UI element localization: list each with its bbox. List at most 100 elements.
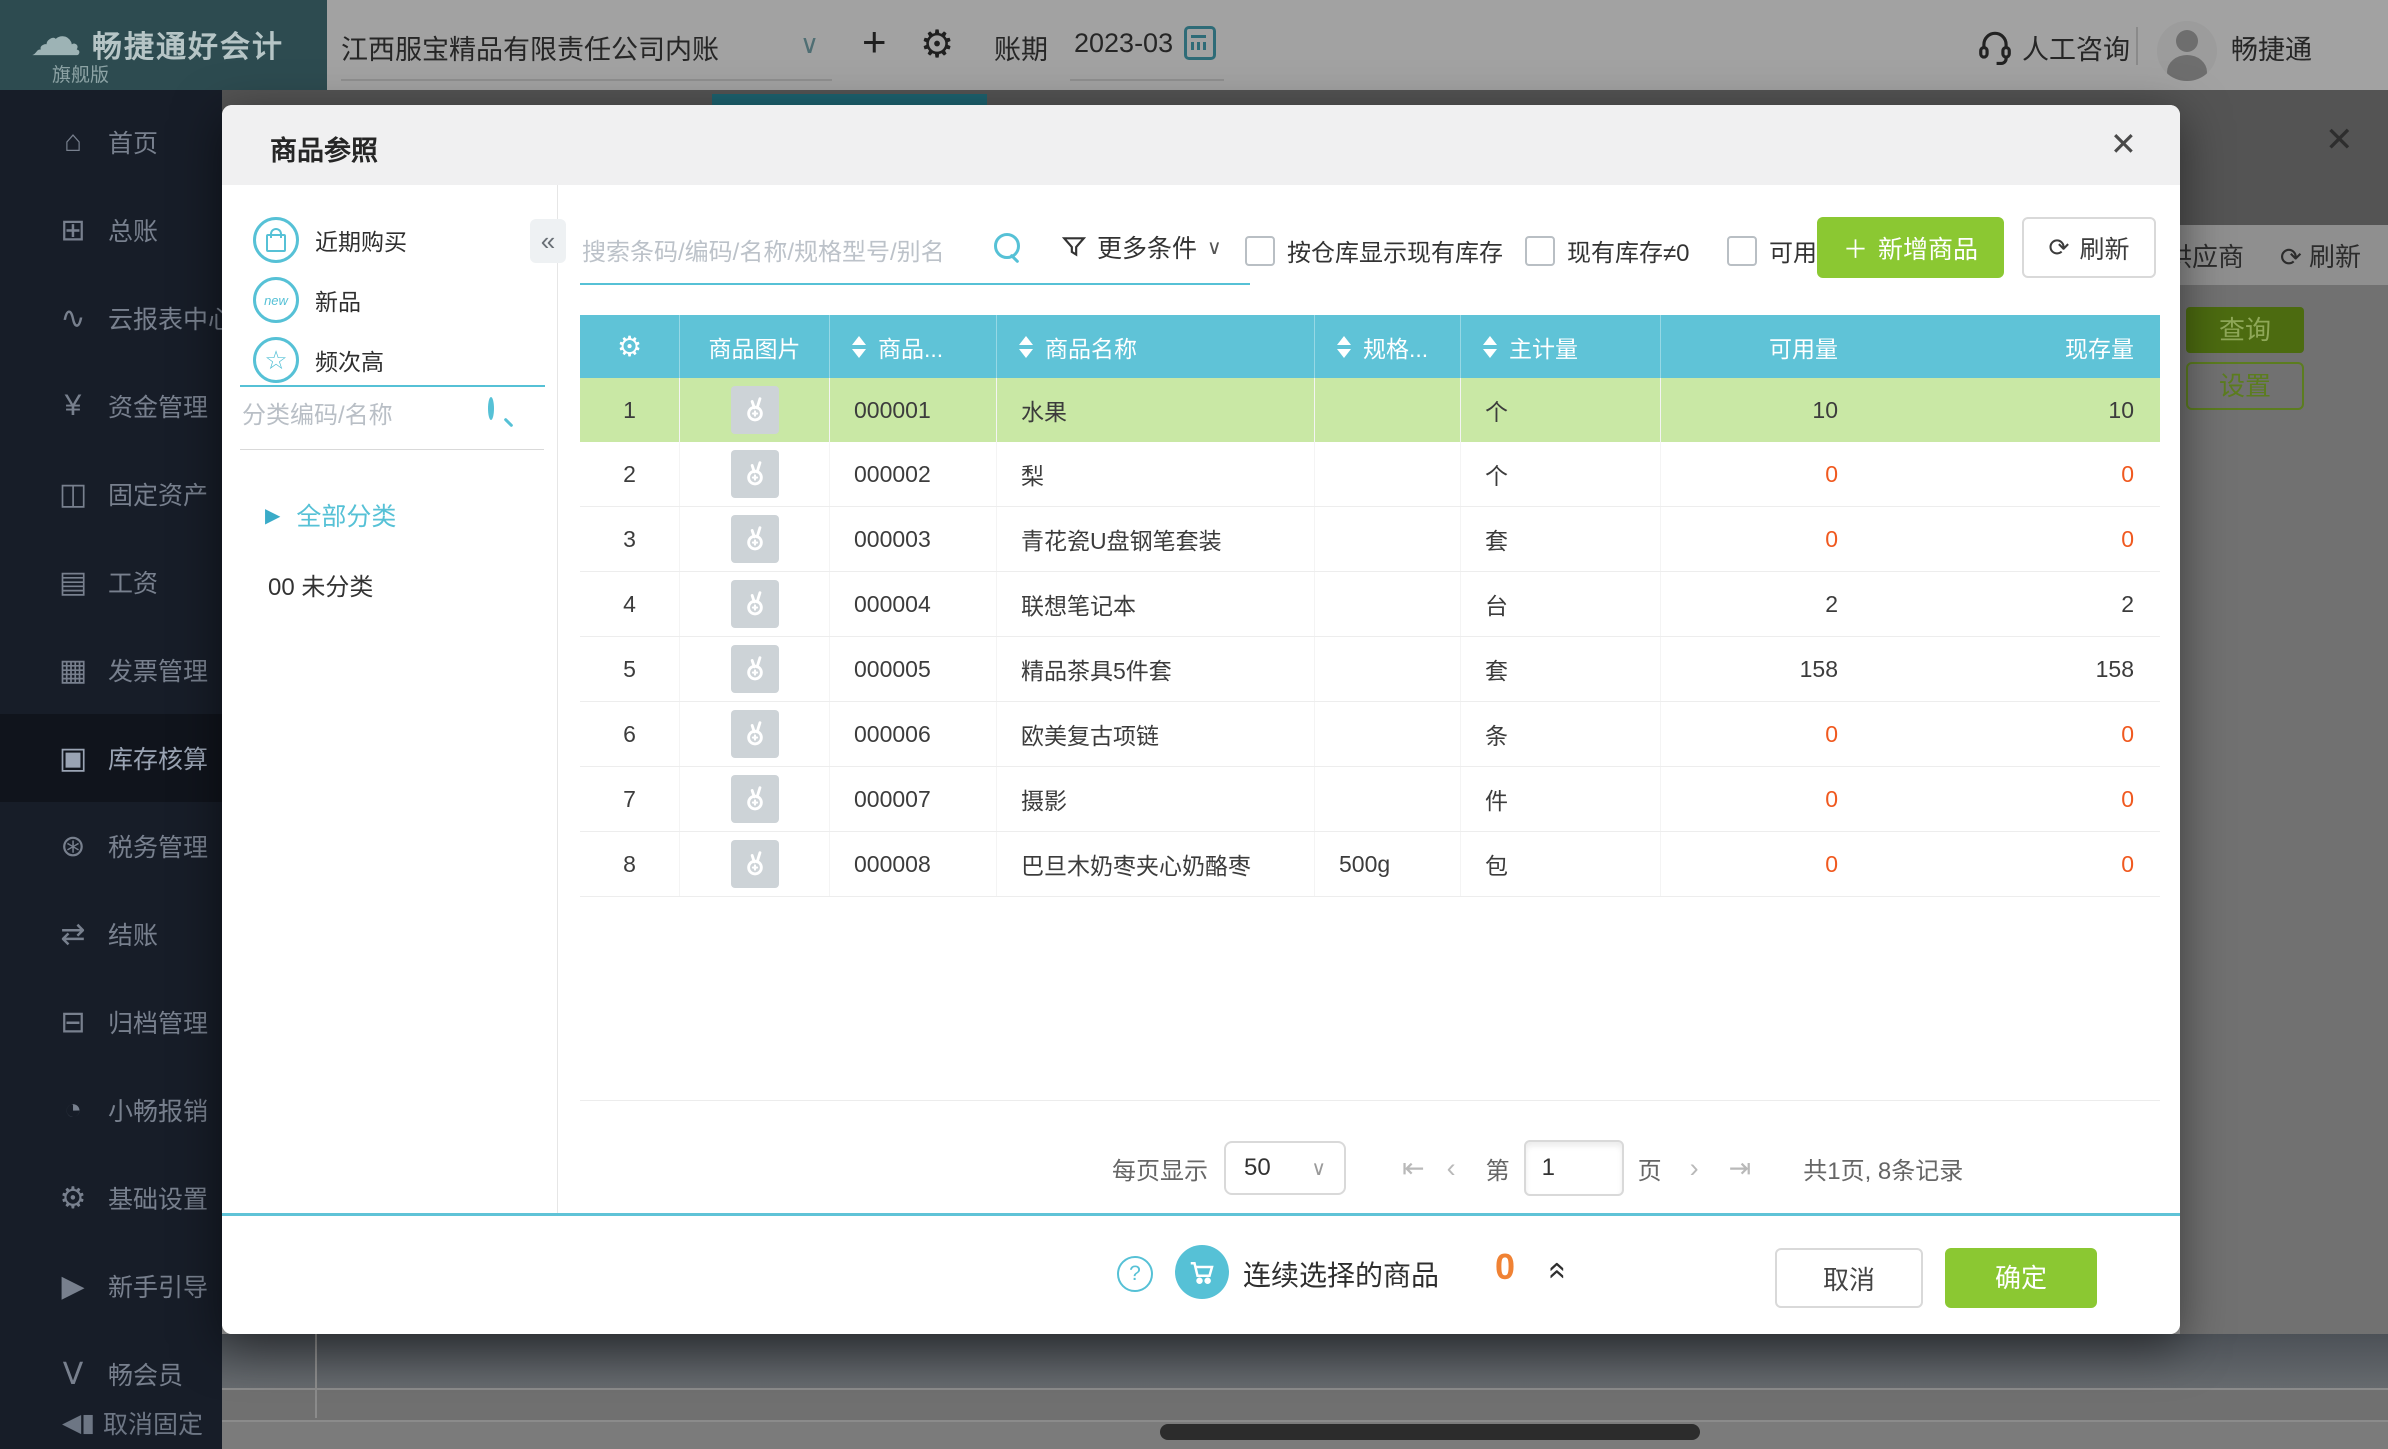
product-search-input[interactable]: 搜索条码/编码/名称/规格型号/别名: [582, 232, 945, 267]
product-code: 000005: [830, 637, 997, 701]
tree-node-uncategorized[interactable]: 00 未分类: [268, 567, 373, 602]
gear-icon[interactable]: ⚙: [617, 330, 642, 363]
category-search-input[interactable]: 分类编码/名称: [242, 395, 393, 430]
table-row[interactable]: 2 000002 梨 个 0 0: [580, 442, 2160, 507]
product-reference-dialog: 商品参照 ✕ 近期购买 new 新品 ☆ 频次高 « 分类编码/名称 ▶ 全部分…: [222, 105, 2180, 1334]
column-label: 现存量: [2065, 335, 2134, 362]
table-row[interactable]: 3 000003 青花瓷U盘钢笔套装 套 0 0: [580, 507, 2160, 572]
sidebar-item-tax[interactable]: ⊛ 税务管理: [0, 802, 222, 890]
calendar-icon[interactable]: [1184, 26, 1216, 60]
sidebar-item-ledger[interactable]: ⊞ 总账: [0, 186, 222, 274]
sidebar-item-archive[interactable]: ⊟ 归档管理: [0, 978, 222, 1066]
cancel-button[interactable]: 取消: [1775, 1248, 1923, 1308]
column-header[interactable]: 商品...: [830, 315, 997, 378]
company-selector[interactable]: 江西服宝精品有限责任公司内账: [341, 28, 719, 67]
column-header: 商品图片: [680, 315, 830, 378]
product-spec: [1315, 702, 1461, 766]
search-icon[interactable]: [488, 397, 494, 420]
sidebar-item-funds[interactable]: ¥ 资金管理: [0, 362, 222, 450]
sidebar: ⌂ 首页 ⊞ 总账 ∿ 云报表中心 ¥ 资金管理 ◫ 固定资产 ▤ 工资 ▦ 发票管理 ▣ 库存核算 ⊛ 税务管理…: [0, 90, 222, 1449]
product-unit: 台: [1461, 572, 1661, 636]
dialog-header: 商品参照 ✕: [222, 105, 2180, 185]
quick-filter-frequent[interactable]: ☆ 频次高: [253, 337, 384, 383]
available-qty: 0: [1825, 720, 1838, 747]
sidebar-item-reimburse[interactable]: ◔ 小畅报销: [0, 1066, 222, 1154]
column-header[interactable]: 主计量: [1461, 315, 1661, 378]
column-header[interactable]: 商品名称: [997, 315, 1315, 378]
more-filters-button[interactable]: 更多条件 ∨: [1061, 229, 1222, 265]
chevron-down-icon[interactable]: ∨: [800, 29, 819, 60]
last-page-icon[interactable]: ⇥: [1729, 1153, 1752, 1184]
checkbox-onhand-nonzero[interactable]: 现有库存≠0: [1525, 233, 1690, 268]
sort-icon[interactable]: [1337, 335, 1351, 358]
sidebar-item-invoice[interactable]: ▦ 发票管理: [0, 626, 222, 714]
sort-icon[interactable]: [1483, 335, 1497, 358]
per-page-select[interactable]: 50 ∨: [1224, 1141, 1346, 1195]
sidebar-unpin[interactable]: ◀▮ 取消固定: [62, 1405, 203, 1441]
query-button[interactable]: 查询: [2186, 307, 2304, 353]
onhand-qty: 10: [2108, 396, 2134, 423]
background-refresh[interactable]: ⟳ 刷新: [2280, 237, 2361, 274]
available-qty: 10: [1812, 396, 1838, 423]
chevron-down-icon: ∨: [1311, 1157, 1326, 1180]
panel-accent-divider: [240, 385, 545, 387]
closing-icon: ⇄: [60, 917, 86, 951]
table-row[interactable]: 8 000008 巴旦木奶枣夹心奶酪枣 500g 包 0 0: [580, 832, 2160, 897]
column-label: 主计量: [1509, 335, 1578, 362]
sidebar-item-home[interactable]: ⌂ 首页: [0, 98, 222, 186]
column-header[interactable]: 规格...: [1315, 315, 1461, 378]
avatar[interactable]: [2157, 21, 2217, 81]
background-table-area: [222, 1334, 2388, 1449]
inventory-icon: ▣: [58, 741, 88, 775]
sidebar-item-settings[interactable]: ⚙ 基础设置: [0, 1154, 222, 1242]
product-image-cell: [680, 767, 830, 831]
search-icon[interactable]: [994, 233, 1020, 259]
prev-page-icon[interactable]: ‹: [1447, 1153, 1456, 1184]
page-number-input[interactable]: 1: [1523, 1140, 1624, 1196]
product-image-cell: [680, 507, 830, 571]
sidebar-item-salary[interactable]: ▤ 工资: [0, 538, 222, 626]
product-image-cell: [680, 378, 830, 442]
sidebar-item-cloud-report[interactable]: ∿ 云报表中心: [0, 274, 222, 362]
sidebar-item-guide[interactable]: ▶ 新手引导: [0, 1242, 222, 1330]
table-row[interactable]: 1 000001 水果 个 10 10: [580, 378, 2160, 442]
settings-button[interactable]: 设置: [2186, 362, 2304, 410]
horizontal-scrollbar[interactable]: [1160, 1424, 1700, 1440]
help-icon[interactable]: ?: [1117, 1256, 1153, 1292]
row-index: 4: [580, 572, 680, 636]
plus-icon[interactable]: +: [862, 18, 887, 66]
collapse-panel-icon[interactable]: «: [530, 219, 566, 263]
support-link[interactable]: 人工咨询: [2022, 28, 2130, 67]
background-close-icon[interactable]: ✕: [2325, 120, 2354, 160]
sort-icon[interactable]: [1019, 335, 1033, 358]
quick-filter-new[interactable]: new 新品: [253, 277, 361, 323]
checkbox-by-warehouse[interactable]: 按仓库显示现有库存: [1245, 233, 1503, 268]
table-row[interactable]: 4 000004 联想笔记本 台 2 2: [580, 572, 2160, 637]
tree-node-all-categories[interactable]: ▶ 全部分类: [265, 497, 396, 533]
table-row[interactable]: 6 000006 欧美复古项链 条 0 0: [580, 702, 2160, 767]
first-page-icon[interactable]: ⇤: [1402, 1153, 1425, 1184]
user-name[interactable]: 畅捷通: [2231, 28, 2312, 67]
gear-icon[interactable]: ⚙: [920, 22, 954, 67]
sidebar-item-closing[interactable]: ⇄ 结账: [0, 890, 222, 978]
fixed-assets-icon: ◫: [58, 477, 88, 511]
onhand-qty: 0: [2121, 720, 2134, 747]
next-page-icon[interactable]: ›: [1690, 1153, 1699, 1184]
onhand-qty: 0: [2121, 850, 2134, 877]
chevrons-up-icon[interactable]: «: [1540, 1262, 1577, 1280]
quick-filter-recent[interactable]: 近期购买: [253, 217, 407, 263]
table-row[interactable]: 5 000005 精品茶具5件套 套 158 158: [580, 637, 2160, 702]
confirm-button[interactable]: 确定: [1945, 1248, 2097, 1308]
checkbox-available-nonzero[interactable]: 可用库: [1727, 233, 1823, 268]
table-row[interactable]: 7 000007 摄影 件 0 0: [580, 767, 2160, 832]
period-value[interactable]: 2023-03: [1074, 28, 1173, 59]
add-product-button[interactable]: ＋ 新增商品: [1817, 217, 2004, 278]
category-search-underline: [240, 449, 544, 450]
sort-icon[interactable]: [852, 335, 866, 358]
tax-icon: ⊛: [60, 829, 86, 863]
sidebar-item-inventory[interactable]: ▣ 库存核算: [0, 714, 222, 802]
close-icon[interactable]: ✕: [2110, 125, 2137, 163]
refresh-button[interactable]: ⟳ 刷新: [2022, 217, 2156, 278]
sidebar-item-fixed-assets[interactable]: ◫ 固定资产: [0, 450, 222, 538]
row-index: 1: [580, 378, 680, 442]
